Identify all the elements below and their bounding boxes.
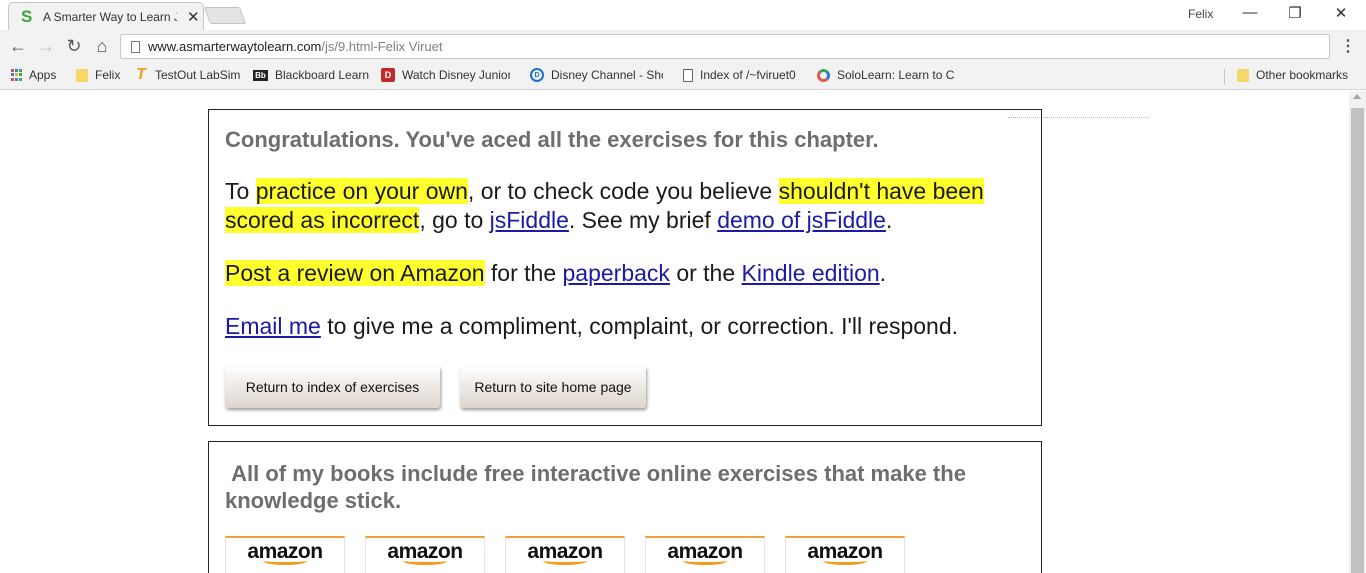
text: to give me a compliment, complaint, or c… <box>320 313 959 339</box>
browser-toolbar: ← → ↻ ⌂ www.asmarterwaytolearn.com/js/9.… <box>0 30 1366 63</box>
bookmark-label: Watch Disney Junior <box>402 68 510 82</box>
page-info-icon[interactable] <box>131 40 140 53</box>
blackboard-icon: Bb <box>253 69 268 81</box>
text: . See my brief <box>568 207 718 233</box>
email-link[interactable]: Email me <box>225 313 321 339</box>
folder-icon <box>76 68 88 82</box>
text: . <box>879 260 887 286</box>
practice-paragraph: To practice on your own, or to check cod… <box>225 177 1025 235</box>
bookmark-testout[interactable]: T TestOut LabSim <box>134 66 241 83</box>
text: . <box>885 207 893 233</box>
text: for the <box>484 260 563 286</box>
browser-menu-icon[interactable]: ⋮ <box>1340 36 1356 56</box>
return-index-button[interactable]: Return to index of exercises <box>225 366 440 408</box>
congrats-heading: Congratulations. You've aced all the exe… <box>225 127 879 152</box>
amazon-book-link[interactable]: amazon <box>785 536 905 573</box>
vertical-scrollbar[interactable] <box>1349 91 1366 573</box>
bookmark-disney-junior[interactable]: D Watch Disney Junior <box>381 68 510 82</box>
browser-tab[interactable]: S A Smarter Way to Learn J ✕ <box>8 2 204 30</box>
return-home-button[interactable]: Return to site home page <box>460 366 646 408</box>
back-icon[interactable]: ← <box>7 36 29 57</box>
text: To <box>225 178 256 204</box>
bookmarks-divider <box>1224 69 1225 85</box>
jsfiddle-link[interactable]: jsFiddle <box>490 207 569 233</box>
kindle-link[interactable]: Kindle edition <box>742 260 880 286</box>
bookmark-label: Felix <box>95 68 121 82</box>
jsfiddle-demo-link[interactable]: demo of jsFiddle <box>717 207 886 233</box>
url-path: /js/9.html-Felix Viruet <box>321 39 443 54</box>
text: , go to <box>419 207 490 233</box>
bookmark-disney-channel[interactable]: D Disney Channel - Sho <box>530 68 663 82</box>
completion-panel: Congratulations. You've aced all the exe… <box>208 109 1042 426</box>
sololearn-icon <box>817 68 830 82</box>
highlight-text: practice on your own <box>255 178 468 204</box>
paperback-link[interactable]: paperback <box>563 260 670 286</box>
scroll-thumb[interactable] <box>1351 108 1364 573</box>
bookmark-index[interactable]: Index of /~fviruet0 <box>683 68 796 82</box>
amazon-logo: amazon <box>667 540 743 563</box>
home-icon[interactable]: ⌂ <box>91 36 113 57</box>
books-heading: All of my books include free interactive… <box>225 461 973 513</box>
button-row: Return to index of exercises Return to s… <box>225 366 1025 408</box>
amazon-logo: amazon <box>807 540 883 563</box>
bookmark-label: Disney Channel - Sho <box>551 68 663 82</box>
bookmark-label: Other bookmarks <box>1256 68 1349 82</box>
amazon-book-link[interactable]: amazon <box>225 536 345 573</box>
page-icon <box>683 68 693 82</box>
other-bookmarks[interactable]: Other bookmarks <box>1237 68 1348 82</box>
text: or the <box>669 260 742 286</box>
bookmark-label: TestOut LabSim <box>155 68 241 82</box>
folder-icon <box>1237 68 1249 82</box>
book-list: amazon amazon amazon amazon amazon <box>225 536 1025 573</box>
site-favicon-icon: S <box>21 6 33 26</box>
review-paragraph: Post a review on Amazon for the paperbac… <box>225 259 1025 288</box>
bookmark-label: Apps <box>29 68 57 82</box>
page-viewport: Congratulations. You've aced all the exe… <box>0 91 1349 573</box>
profile-name[interactable]: Felix <box>1188 7 1213 21</box>
restore-icon[interactable]: ❐ <box>1285 4 1305 22</box>
reload-icon[interactable]: ↻ <box>63 36 85 57</box>
highlight-text: Post a review on Amazon <box>225 260 485 286</box>
new-tab-button[interactable] <box>203 7 247 24</box>
tab-strip: S A Smarter Way to Learn J ✕ Felix — ❐ ✕ <box>0 0 1366 30</box>
bookmark-label: Blackboard Learn <box>275 68 370 82</box>
amazon-logo: amazon <box>387 540 463 563</box>
disney-channel-icon: D <box>530 68 544 82</box>
bookmark-felix[interactable]: Felix <box>76 68 120 82</box>
bookmarks-bar: Apps Felix T TestOut LabSim Bb Blackboar… <box>0 63 1366 90</box>
amazon-book-link[interactable]: amazon <box>365 536 485 573</box>
testout-icon: T <box>136 66 146 83</box>
disney-junior-icon: D <box>381 68 395 82</box>
bookmark-sololearn[interactable]: SoloLearn: Learn to C <box>817 68 972 82</box>
address-bar[interactable]: www.asmarterwaytolearn.com/js/9.html-Fel… <box>120 34 1330 59</box>
amazon-logo: amazon <box>527 540 603 563</box>
url-host: www.asmarterwaytolearn.com <box>148 39 322 54</box>
amazon-book-link[interactable]: amazon <box>645 536 765 573</box>
minimize-icon[interactable]: — <box>1240 4 1260 21</box>
tab-title: A Smarter Way to Learn J <box>43 9 177 24</box>
tab-close-icon[interactable]: ✕ <box>187 8 200 26</box>
books-panel: All of my books include free interactive… <box>208 441 1042 573</box>
scroll-up-icon[interactable] <box>1353 94 1361 99</box>
bookmark-blackboard[interactable]: Bb Blackboard Learn <box>253 68 369 82</box>
close-window-icon[interactable]: ✕ <box>1331 4 1351 22</box>
amazon-book-link[interactable]: amazon <box>505 536 625 573</box>
bookmark-label: SoloLearn: Learn to C <box>837 68 955 82</box>
email-paragraph: Email me to give me a compliment, compla… <box>225 312 1025 341</box>
apps-grid-icon <box>10 69 22 81</box>
bookmark-label: Index of /~fviruet0 <box>700 68 796 82</box>
amazon-logo: amazon <box>247 540 323 563</box>
forward-icon[interactable]: → <box>35 36 57 57</box>
bookmark-apps[interactable]: Apps <box>10 68 56 82</box>
text: , or to check code you believe <box>467 178 779 204</box>
